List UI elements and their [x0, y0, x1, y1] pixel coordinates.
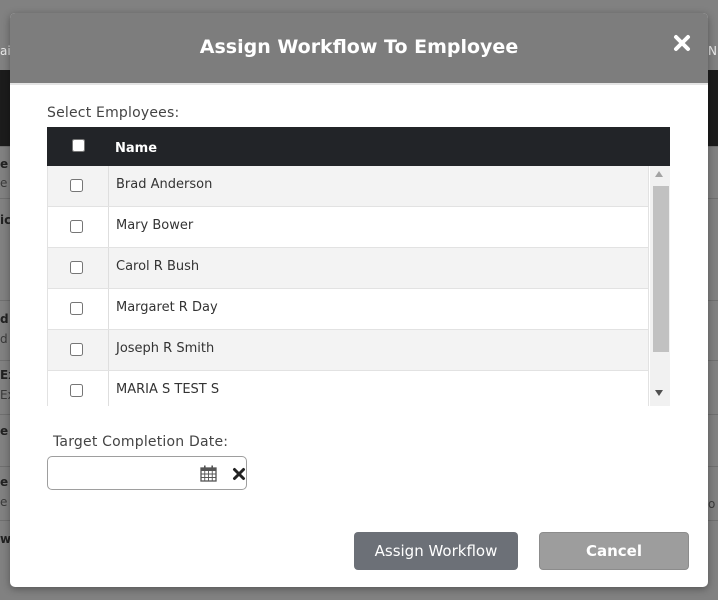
dialog-title: Assign Workflow To Employee: [199, 36, 519, 58]
table-row[interactable]: MARIA S TEST S: [47, 371, 649, 406]
cancel-button[interactable]: Cancel: [539, 532, 689, 570]
close-icon[interactable]: [672, 33, 692, 53]
target-date-input[interactable]: [54, 462, 194, 484]
row-checkbox-cell: [48, 207, 109, 247]
row-checkbox[interactable]: [70, 302, 83, 315]
clear-date-icon[interactable]: [232, 467, 246, 481]
row-checkbox[interactable]: [70, 343, 83, 356]
background-fragment: d: [0, 332, 8, 346]
row-checkbox-cell: [48, 371, 109, 406]
table-row[interactable]: Joseph R Smith: [47, 330, 649, 371]
employee-name: Joseph R Smith: [116, 341, 215, 356]
target-date-label: Target Completion Date:: [53, 434, 229, 450]
row-checkbox-cell: [48, 289, 109, 329]
background-fragment: e: [0, 475, 9, 489]
select-employees-label: Select Employees:: [47, 105, 180, 121]
employee-name: Carol R Bush: [116, 259, 200, 274]
employee-name: MARIA S TEST S: [116, 382, 220, 397]
assign-workflow-dialog: Assign Workflow To Employee Select Emplo…: [10, 13, 708, 587]
table-body: Brad Anderson Mary Bower Carol R Bush Ma…: [47, 166, 649, 406]
table-row[interactable]: Margaret R Day: [47, 289, 649, 330]
row-checkbox-cell: [48, 330, 109, 370]
employee-name: Mary Bower: [116, 218, 194, 233]
table-row[interactable]: Carol R Bush: [47, 248, 649, 289]
name-column-header: Name: [115, 141, 158, 156]
select-all-checkbox[interactable]: [72, 139, 85, 152]
scroll-up-arrow-icon[interactable]: [655, 171, 663, 177]
employee-name: Margaret R Day: [116, 300, 218, 315]
background-fragment: o: [708, 497, 716, 511]
row-checkbox[interactable]: [70, 179, 83, 192]
background-fragment: e: [0, 176, 8, 190]
calendar-icon[interactable]: [200, 465, 217, 482]
dialog-header: Assign Workflow To Employee: [10, 13, 708, 85]
table-row[interactable]: Mary Bower: [47, 207, 649, 248]
background-fragment: N: [708, 44, 717, 58]
background-fragment: e: [0, 495, 8, 509]
employees-table: Name Brad Anderson Mary Bower Carol R Bu…: [47, 127, 670, 406]
target-date-field[interactable]: [47, 456, 247, 490]
row-checkbox[interactable]: [70, 261, 83, 274]
row-checkbox[interactable]: [70, 384, 83, 397]
scrollbar-thumb[interactable]: [653, 186, 669, 352]
row-checkbox-cell: [48, 166, 109, 206]
assign-workflow-button[interactable]: Assign Workflow: [354, 532, 518, 570]
background-fragment: e: [0, 424, 9, 438]
row-checkbox-cell: [48, 248, 109, 288]
table-scrollbar[interactable]: [650, 166, 670, 406]
scroll-down-arrow-icon[interactable]: [655, 390, 663, 396]
background-fragment: d: [0, 312, 9, 326]
background-fragment: e: [0, 157, 9, 171]
table-header: Name: [47, 127, 670, 166]
employee-name: Brad Anderson: [116, 177, 213, 192]
table-row[interactable]: Brad Anderson: [47, 166, 649, 207]
row-checkbox[interactable]: [70, 220, 83, 233]
